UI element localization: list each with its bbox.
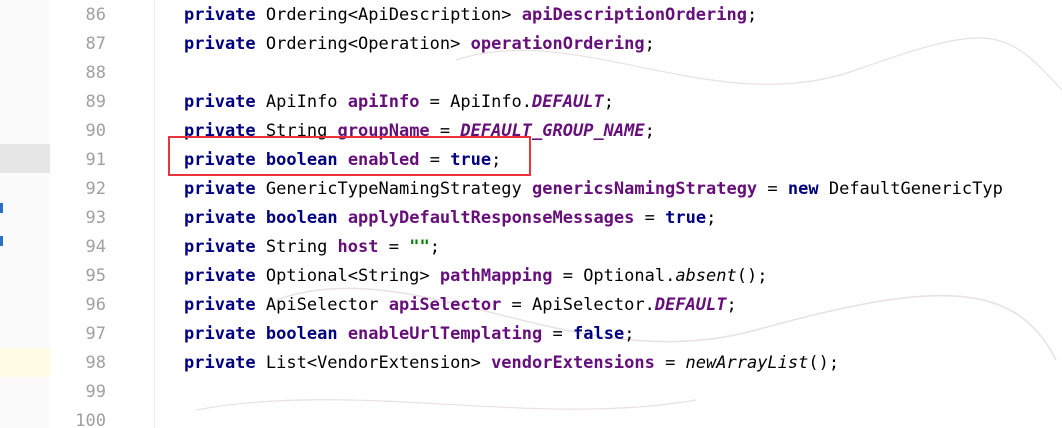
- code-token: host: [337, 237, 379, 257]
- code-token: Ordering<ApiDescription>: [255, 5, 522, 25]
- code-token: private: [184, 266, 256, 286]
- code-token: private: [184, 237, 256, 257]
- code-token: ;: [706, 208, 717, 228]
- code-token: apiSelector: [388, 295, 502, 315]
- code-token: DEFAULT: [532, 92, 604, 112]
- code-token: ;: [644, 121, 655, 141]
- code-token: private: [184, 34, 256, 54]
- code-token: private: [184, 324, 256, 344]
- code-token: ;: [644, 34, 655, 54]
- code-token: ;: [726, 295, 737, 315]
- code-token: private: [184, 5, 256, 25]
- code-token: absent: [675, 266, 737, 286]
- code-token: = Optional.: [552, 266, 676, 286]
- code-token: "": [409, 237, 430, 257]
- code-line[interactable]: private List<VendorExtension> vendorExte…: [184, 349, 839, 378]
- code-line[interactable]: private boolean enableUrlTemplating = fa…: [184, 320, 634, 349]
- code-line[interactable]: private Ordering<ApiDescription> apiDesc…: [184, 1, 757, 30]
- code-token: apiInfo: [347, 92, 420, 112]
- code-token: DefaultGenericTyp: [818, 179, 1003, 199]
- code-token: GenericTypeNamingStrategy: [255, 179, 532, 199]
- code-token: =: [654, 353, 686, 373]
- code-token: =: [634, 208, 666, 228]
- code-token: private: [184, 353, 256, 373]
- code-token: true: [665, 208, 707, 228]
- code-token: ;: [429, 237, 440, 257]
- code-editor[interactable]: 86 87 88 89 90 91 92 93 94 95 96 97 98 99 100 private …: [0, 0, 1062, 428]
- code-line[interactable]: private Optional<String> pathMapping = O…: [184, 262, 767, 291]
- highlight-box: [168, 136, 531, 176]
- code-token: vendorExtensions: [491, 353, 655, 373]
- code-line[interactable]: private ApiSelector apiSelector = ApiSel…: [184, 291, 737, 320]
- code-token: ;: [624, 324, 635, 344]
- code-line[interactable]: private GenericTypeNamingStrategy generi…: [184, 175, 1003, 204]
- code-token: = ApiSelector.: [501, 295, 655, 315]
- code-token: private: [184, 179, 256, 199]
- code-token: =: [542, 324, 573, 344]
- code-token: new: [787, 179, 819, 199]
- code-token: =: [757, 179, 788, 199]
- code-token: false: [573, 324, 625, 344]
- code-token: newArrayList: [685, 353, 809, 373]
- code-token: genericsNamingStrategy: [532, 179, 758, 199]
- code-token: boolean: [265, 324, 338, 344]
- code-token: ();: [808, 353, 840, 373]
- code-line[interactable]: private Ordering<Operation> operationOrd…: [184, 30, 655, 59]
- code-token: private: [184, 208, 256, 228]
- code-token: ();: [736, 266, 768, 286]
- code-token: ;: [603, 92, 614, 112]
- code-token: enableUrlTemplating: [347, 324, 543, 344]
- code-token: ApiSelector: [255, 295, 389, 315]
- code-token: Ordering<Operation>: [255, 34, 471, 54]
- code-token: List<VendorExtension>: [255, 353, 492, 373]
- code-token: apiDescriptionOrdering: [521, 5, 747, 25]
- code-line[interactable]: private boolean applyDefaultResponseMess…: [184, 204, 716, 233]
- code-token: = ApiInfo.: [419, 92, 533, 112]
- code-line[interactable]: private ApiInfo apiInfo = ApiInfo.DEFAUL…: [184, 88, 614, 117]
- code-area[interactable]: private Ordering<ApiDescription> apiDesc…: [0, 0, 1062, 428]
- code-token: String: [255, 237, 338, 257]
- code-line[interactable]: private String host = "";: [184, 233, 440, 262]
- code-token: ApiInfo: [255, 92, 348, 112]
- code-token: DEFAULT: [654, 295, 727, 315]
- code-token: operationOrdering: [470, 34, 645, 54]
- code-token: Optional<String>: [255, 266, 440, 286]
- code-token: pathMapping: [439, 266, 553, 286]
- code-token: private: [184, 92, 256, 112]
- code-token: applyDefaultResponseMessages: [347, 208, 635, 228]
- code-token: boolean: [265, 208, 338, 228]
- code-token: =: [378, 237, 410, 257]
- code-token: ;: [746, 5, 758, 25]
- code-token: private: [184, 295, 256, 315]
